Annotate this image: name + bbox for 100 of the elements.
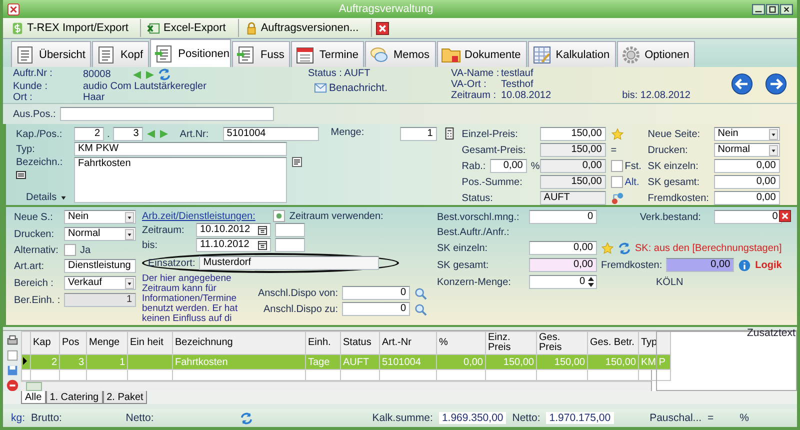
status-nodes-icon[interactable]	[610, 192, 624, 204]
number-field[interactable]: 0,00	[714, 159, 780, 173]
number-stepper[interactable]: 0	[529, 275, 597, 289]
text-field[interactable]: 0,00	[540, 159, 606, 173]
close-icon[interactable]	[780, 4, 793, 14]
tab[interactable]: Dokumente	[436, 41, 527, 67]
details-toggle[interactable]: Details	[16, 192, 68, 203]
horizontal-scrollbar[interactable]	[21, 381, 651, 391]
text-field[interactable]: 0	[529, 210, 597, 224]
column-header[interactable]: Ges. Betr.	[588, 332, 638, 354]
column-header[interactable]: Bezeichnung	[172, 332, 306, 354]
dropdown[interactable]: Normal	[714, 143, 780, 157]
text-field[interactable]: 0,00	[529, 241, 597, 255]
right-arrow-icon[interactable]	[144, 70, 155, 80]
column-header[interactable]: %	[436, 332, 486, 354]
column-header[interactable]: Einz. Preis	[486, 332, 536, 354]
star-icon[interactable]	[601, 242, 614, 254]
refresh-icon[interactable]	[618, 242, 631, 254]
time-field[interactable]	[275, 223, 305, 237]
text-field[interactable]: Musterdorf	[199, 256, 380, 270]
checkbox[interactable]	[610, 160, 623, 172]
printer-icon[interactable]	[6, 334, 18, 347]
back-icon[interactable]	[731, 73, 753, 95]
column-header[interactable]: Pos	[60, 332, 86, 354]
left-arrow-icon[interactable]	[146, 129, 156, 139]
checkbox[interactable]	[64, 244, 76, 256]
column-header[interactable]: Ein heit	[128, 332, 172, 354]
tab[interactable]: Kopf	[92, 41, 150, 67]
column-header[interactable]: Kap	[30, 332, 60, 354]
description-field[interactable]: Fahrtkosten	[74, 157, 287, 203]
text-block-icon[interactable]	[16, 170, 26, 180]
text-field[interactable]: 2	[74, 127, 104, 141]
text-field[interactable]: 0	[714, 210, 782, 224]
logic-link[interactable]: Logik	[755, 260, 782, 270]
number-field[interactable]: 0,00	[666, 258, 734, 272]
toolbar-button[interactable]: Auftragsversionen...	[242, 19, 372, 37]
forward-icon[interactable]	[765, 73, 787, 95]
text-field[interactable]: 0	[342, 286, 410, 300]
tab[interactable]: 1. Catering	[46, 391, 103, 404]
dropdown[interactable]: Normal	[64, 227, 136, 241]
date-field[interactable]: 10.10.2012	[196, 223, 271, 237]
dropdown[interactable]: Verkauf	[64, 276, 136, 290]
tab[interactable]: Übersicht	[11, 41, 92, 67]
column-header[interactable]: Menge	[86, 332, 128, 354]
minimize-icon[interactable]	[752, 4, 765, 14]
close-icon[interactable]	[376, 22, 389, 34]
checkbox[interactable]	[273, 210, 286, 222]
text-field[interactable]	[60, 107, 274, 121]
tab[interactable]: Kalkulation	[528, 41, 616, 67]
calendar-icon[interactable]	[258, 240, 267, 250]
toolbar-button[interactable]: Excel-Export	[145, 19, 239, 37]
checkbox[interactable]	[610, 176, 623, 188]
text-field[interactable]: 150,00	[540, 127, 606, 141]
left-arrow-icon[interactable]	[132, 70, 142, 80]
tab[interactable]: Fuss	[232, 41, 290, 67]
number-field[interactable]: 0,00	[714, 191, 780, 205]
column-header[interactable]: Art.-Nr	[380, 332, 436, 354]
text-field[interactable]: KM PKW	[74, 142, 287, 156]
right-arrow-icon[interactable]	[158, 129, 169, 139]
calendar-icon[interactable]	[258, 226, 267, 234]
tab[interactable]: Alle	[21, 391, 46, 404]
list-icon[interactable]	[292, 157, 302, 167]
tab[interactable]: Positionen	[150, 39, 232, 67]
number-field[interactable]: 0,00	[714, 175, 780, 189]
star-icon[interactable]	[610, 128, 624, 140]
save-icon[interactable]	[6, 364, 18, 377]
tab[interactable]: Memos	[365, 41, 436, 67]
refresh-icon[interactable]	[240, 412, 252, 424]
refresh-icon[interactable]	[158, 68, 171, 81]
text-field[interactable]: 3	[112, 127, 143, 141]
text-field[interactable]: 5101004	[222, 127, 319, 141]
search-icon[interactable]	[414, 286, 427, 300]
tab[interactable]: 2. Paket	[102, 391, 148, 404]
tab[interactable]: Termine	[291, 41, 364, 67]
column-header[interactable]: Status	[340, 332, 380, 354]
tab[interactable]: Optionen	[616, 41, 696, 67]
column-header[interactable]: Typ	[638, 332, 670, 354]
text-field[interactable]: 1	[400, 127, 437, 141]
text-field[interactable]: AUFT	[540, 191, 606, 205]
text-field[interactable]: Dienstleistung	[64, 259, 136, 273]
close-icon[interactable]	[779, 210, 791, 222]
calculator-icon[interactable]	[442, 127, 456, 140]
service-link[interactable]: Arb.zeit/Dienstleistungen:	[142, 210, 256, 222]
stepper-arrows-icon[interactable]	[587, 276, 595, 288]
text-field[interactable]: 0,00	[490, 159, 527, 173]
column-header[interactable]: Ges. Preis	[536, 332, 588, 354]
number-field[interactable]: 0,00	[529, 258, 597, 272]
delete-icon[interactable]	[6, 379, 18, 392]
info-icon[interactable]	[738, 258, 752, 272]
time-field[interactable]	[275, 238, 305, 252]
text-field[interactable]: 150,00	[540, 175, 606, 189]
toolbar-button[interactable]: T-REX Import/Export	[9, 19, 142, 37]
text-field[interactable]: 150,00	[540, 143, 606, 157]
notify-button[interactable]: Benachricht.	[308, 79, 421, 94]
column-header[interactable]: Einh.	[306, 332, 340, 354]
date-field[interactable]: 11.10.2012	[196, 238, 271, 252]
text-field[interactable]: 0	[342, 302, 410, 316]
dropdown[interactable]: Nein	[64, 210, 136, 224]
dropdown[interactable]: Nein	[714, 127, 780, 141]
maximize-icon[interactable]	[766, 4, 779, 14]
